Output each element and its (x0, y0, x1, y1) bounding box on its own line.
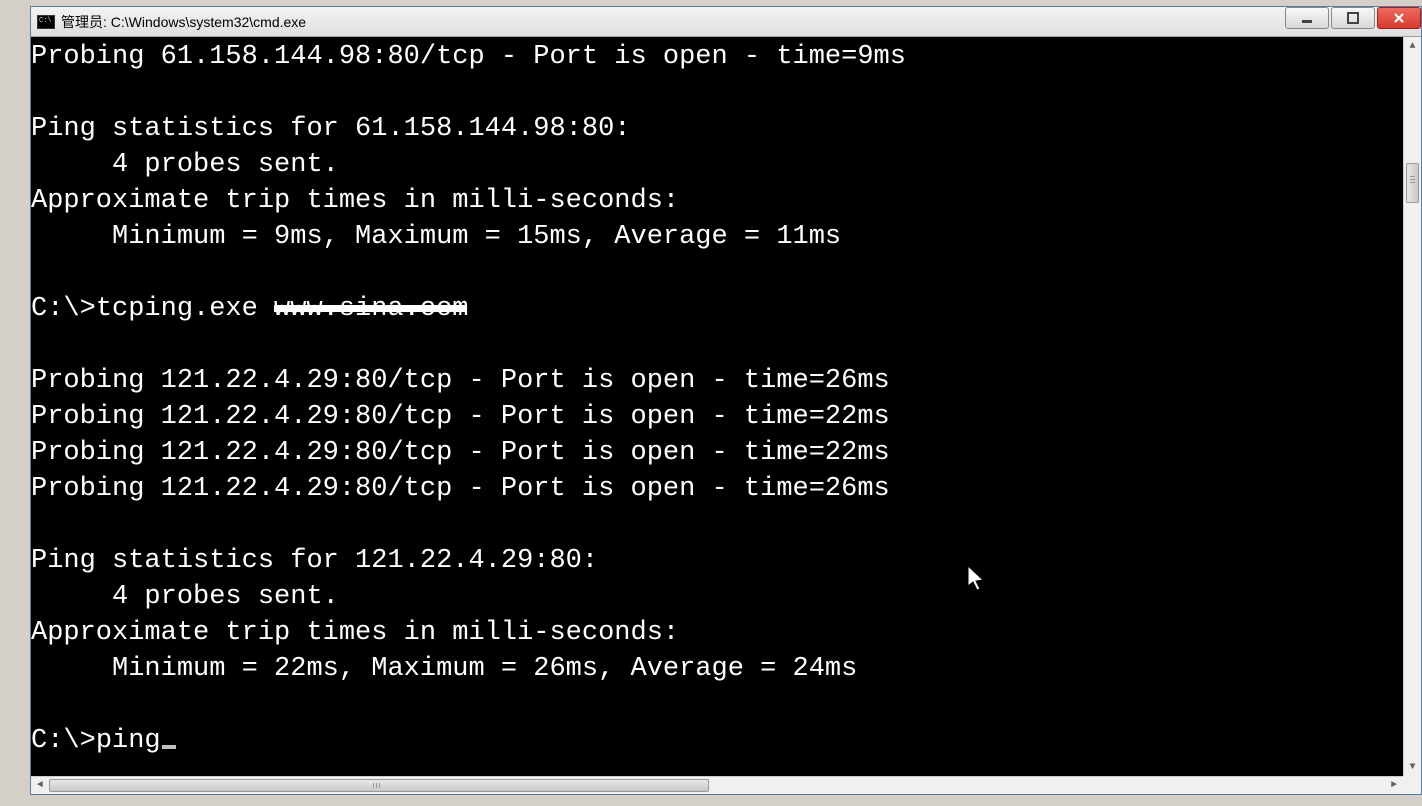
terminal-area: Probing 61.158.144.98:80/tcp - Port is o… (31, 37, 1421, 776)
redacted-argument: www.sina.com (274, 291, 468, 327)
output-line: Minimum = 22ms, Maximum = 26ms, Average … (31, 651, 1403, 687)
output-line: Approximate trip times in milli-seconds: (31, 615, 1403, 651)
window-title: 管理员: C:\Windows\system32\cmd.exe (61, 12, 306, 32)
terminal-output[interactable]: Probing 61.158.144.98:80/tcp - Port is o… (31, 37, 1403, 776)
vscroll-track[interactable] (1404, 55, 1421, 758)
output-line: Approximate trip times in milli-seconds: (31, 183, 1403, 219)
close-icon (1393, 12, 1405, 24)
output-line (31, 687, 1403, 723)
close-button[interactable] (1377, 7, 1421, 29)
output-line (31, 255, 1403, 291)
text-cursor (162, 745, 176, 749)
output-line: Probing 121.22.4.29:80/tcp - Port is ope… (31, 435, 1403, 471)
prompt: C:\> (31, 726, 96, 756)
scroll-left-arrow[interactable]: ◄ (31, 777, 49, 794)
minimize-button[interactable] (1285, 7, 1329, 29)
output-line: 4 probes sent. (31, 579, 1403, 615)
output-line (31, 327, 1403, 363)
maximize-icon (1347, 12, 1359, 24)
vertical-scrollbar[interactable]: ▲ ▼ (1403, 37, 1421, 776)
current-command: ping (96, 726, 161, 756)
window-controls (1283, 7, 1421, 31)
minimize-icon (1301, 12, 1313, 24)
output-line: Ping statistics for 61.158.144.98:80: (31, 111, 1403, 147)
bottom-scroll-row: ◄ ► (31, 776, 1421, 794)
output-line (31, 75, 1403, 111)
horizontal-scrollbar[interactable]: ◄ ► (31, 776, 1403, 794)
hscroll-thumb[interactable] (49, 779, 709, 792)
prompt: C:\> (31, 294, 96, 324)
titlebar[interactable]: 管理员: C:\Windows\system32\cmd.exe (31, 7, 1421, 37)
scroll-right-arrow[interactable]: ► (1385, 777, 1403, 794)
output-line: Minimum = 9ms, Maximum = 15ms, Average =… (31, 219, 1403, 255)
hscroll-track[interactable] (49, 777, 1385, 794)
output-line: Probing 121.22.4.29:80/tcp - Port is ope… (31, 471, 1403, 507)
current-command-line[interactable]: C:\>ping (31, 723, 1403, 759)
maximize-button[interactable] (1331, 7, 1375, 29)
vscroll-thumb[interactable] (1406, 163, 1419, 203)
scroll-down-arrow[interactable]: ▼ (1404, 758, 1421, 776)
scroll-corner (1403, 776, 1421, 794)
prev-command-line: C:\>tcping.exe www.sina.com (31, 291, 1403, 327)
scroll-up-arrow[interactable]: ▲ (1404, 37, 1421, 55)
cmd-window: 管理员: C:\Windows\system32\cmd.exe Probing… (30, 6, 1422, 795)
prev-command-prefix: tcping.exe (96, 294, 274, 324)
output-line: Probing 61.158.144.98:80/tcp - Port is o… (31, 39, 1403, 75)
output-line (31, 507, 1403, 543)
output-line: Probing 121.22.4.29:80/tcp - Port is ope… (31, 363, 1403, 399)
output-line: 4 probes sent. (31, 147, 1403, 183)
cmd-icon (37, 15, 55, 29)
output-line: Probing 121.22.4.29:80/tcp - Port is ope… (31, 399, 1403, 435)
output-line: Ping statistics for 121.22.4.29:80: (31, 543, 1403, 579)
